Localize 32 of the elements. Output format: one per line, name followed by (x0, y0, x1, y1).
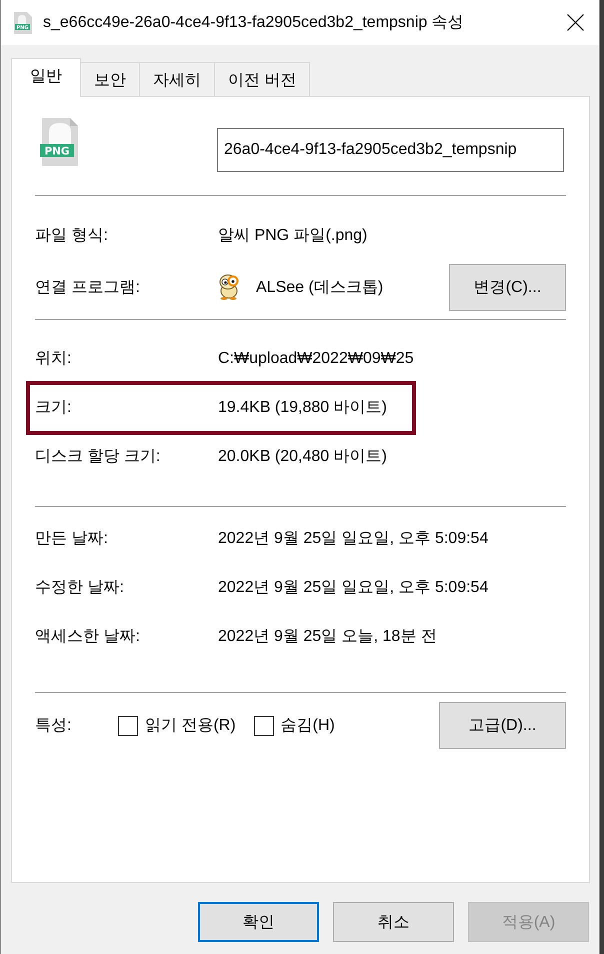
property-label: 연결 프로그램: (35, 278, 141, 298)
property-label: 특성: (35, 716, 72, 736)
property-label: 수정한 날짜: (35, 578, 125, 598)
dialog-button[interactable]: 취소 (333, 902, 454, 942)
png-file-icon: PNG (40, 118, 78, 166)
close-button[interactable] (567, 14, 584, 31)
property-value: 알씨 PNG 파일(.png) (218, 226, 368, 246)
advanced-button[interactable]: 고급(D)... (439, 702, 566, 749)
checkbox[interactable] (254, 716, 274, 736)
property-label: 액세스한 날짜: (35, 627, 141, 647)
property-label: 위치: (35, 349, 72, 369)
checkbox[interactable] (118, 716, 138, 736)
property-value: 2022년 9월 25일 일요일, 오후 5:09:54 (218, 529, 488, 549)
property-label: 파일 형식: (35, 226, 109, 246)
filename-field[interactable]: 26a0-4ce4-9f13-fa2905ced3b2_tempsnip (217, 128, 564, 172)
property-label: 만든 날짜: (35, 529, 109, 549)
close-icon (567, 14, 584, 31)
window-title: s_e66cc49e-26a0-4ce4-9f13-fa2905ced3b2_tempsnip 속성 (43, 13, 465, 33)
property-value: ALSee (데스크톱) (256, 278, 384, 298)
property-label: 디스크 할당 크기: (35, 447, 162, 467)
change-button[interactable]: 변경(C)... (449, 264, 566, 310)
property-value: 19.4KB (19,880 바이트) (218, 398, 387, 418)
checkbox-label: 숨김(H) (280, 716, 335, 736)
dialog-button[interactable]: 확인 (198, 902, 319, 942)
tab[interactable]: 일반 (11, 58, 81, 97)
property-value: 20.0KB (20,480 바이트) (218, 447, 387, 467)
tab[interactable]: 이전 버전 (214, 62, 310, 97)
property-label: 크기: (35, 398, 72, 418)
property-value: 2022년 9월 25일 일요일, 오후 5:09:54 (218, 578, 488, 598)
property-value: C:₩upload₩2022₩09₩25 (218, 350, 414, 368)
property-value: 2022년 9월 25일 오늘, 18분 전 (218, 627, 437, 647)
checkbox-label: 읽기 전용(R) (145, 716, 236, 736)
